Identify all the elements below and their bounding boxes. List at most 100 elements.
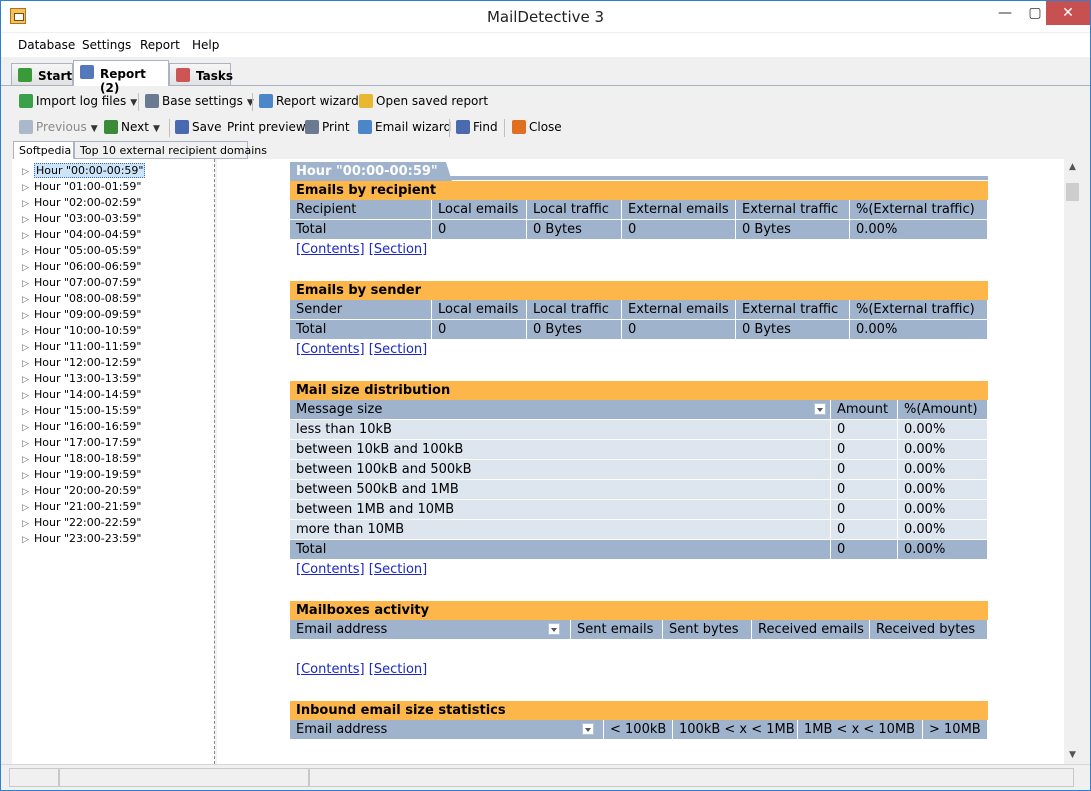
column-header[interactable]: Received bytes <box>870 620 987 639</box>
column-header[interactable]: External traffic <box>736 200 849 219</box>
tree-node[interactable]: ▷ Hour "02:00-02:59" <box>22 195 141 210</box>
tree-node[interactable]: ▷ Hour "19:00-19:59" <box>22 467 141 482</box>
tree-node[interactable]: ▷ Hour "23:00-23:59" <box>22 531 141 546</box>
column-header[interactable]: Sent emails <box>571 620 662 639</box>
expand-arrow-icon[interactable]: ▷ <box>22 197 34 212</box>
expand-arrow-icon[interactable]: ▷ <box>22 245 34 260</box>
tree-node[interactable]: ▷ Hour "01:00-01:59" <box>22 179 141 194</box>
expand-arrow-icon[interactable]: ▷ <box>22 453 34 468</box>
tree-node[interactable]: ▷ Hour "04:00-04:59" <box>22 227 141 242</box>
column-header[interactable]: Sent bytes <box>663 620 751 639</box>
menu-settings[interactable]: Settings <box>82 38 131 52</box>
contents-link[interactable]: [Contents] <box>296 342 365 357</box>
tree-node[interactable]: ▷ Hour "14:00-14:59" <box>22 387 141 402</box>
expand-arrow-icon[interactable]: ▷ <box>22 357 34 372</box>
filter-dropdown-icon[interactable] <box>814 403 826 415</box>
section-link[interactable]: [Section] <box>369 662 427 677</box>
vertical-scrollbar[interactable]: ▲ ▼ <box>1064 159 1081 764</box>
column-header[interactable]: Message size <box>290 400 830 419</box>
column-header[interactable]: > 10MB <box>923 720 987 739</box>
column-header[interactable]: External traffic <box>736 300 849 319</box>
menu-database[interactable]: Database <box>18 38 75 52</box>
previous-button[interactable]: Previous ▼ <box>19 120 98 134</box>
expand-arrow-icon[interactable]: ▷ <box>22 325 34 340</box>
tree-node[interactable]: ▷ Hour "08:00-08:59" <box>22 291 141 306</box>
column-header[interactable]: Local traffic <box>527 300 621 319</box>
tree-node[interactable]: ▷ Hour "06:00-06:59" <box>22 259 141 274</box>
chevron-down-icon[interactable]: ▼ <box>91 124 98 134</box>
save-button[interactable]: Save <box>175 120 221 134</box>
filter-dropdown-icon[interactable] <box>582 723 594 735</box>
chevron-down-icon[interactable]: ▼ <box>130 98 137 108</box>
expand-arrow-icon[interactable]: ▷ <box>22 421 34 436</box>
column-header[interactable]: 100kB < x < 1MB <box>673 720 797 739</box>
expand-arrow-icon[interactable]: ▷ <box>22 405 34 420</box>
column-header[interactable]: 1MB < x < 10MB <box>798 720 922 739</box>
expand-arrow-icon[interactable]: ▷ <box>22 517 34 532</box>
expand-arrow-icon[interactable]: ▷ <box>22 293 34 308</box>
chevron-down-icon[interactable]: ▼ <box>153 124 160 134</box>
contents-link[interactable]: [Contents] <box>296 662 365 677</box>
tree-node[interactable]: ▷ Hour "20:00-20:59" <box>22 483 141 498</box>
find-button[interactable]: Find <box>456 120 498 134</box>
tree-node[interactable]: ▷ Hour "11:00-11:59" <box>22 339 141 354</box>
tree-node[interactable]: ▷ Hour "22:00-22:59" <box>22 515 141 530</box>
base-settings-button[interactable]: Base settings ▼ <box>145 94 254 108</box>
tree-node[interactable]: ▷ Hour "21:00-21:59" <box>22 499 141 514</box>
expand-arrow-icon[interactable]: ▷ <box>22 165 34 180</box>
column-header[interactable]: Email address <box>290 720 603 739</box>
contents-link[interactable]: [Contents] <box>296 242 365 257</box>
close-window-button[interactable]: ✕ <box>1046 1 1090 25</box>
column-header[interactable]: External emails <box>622 200 735 219</box>
column-header[interactable]: External emails <box>622 300 735 319</box>
expand-arrow-icon[interactable]: ▷ <box>22 389 34 404</box>
minimize-button[interactable]: — <box>990 1 1020 25</box>
tree-node[interactable]: ▷ Hour "16:00-16:59" <box>22 419 141 434</box>
import-log-files-button[interactable]: Import log files ▼ <box>19 94 137 108</box>
expand-arrow-icon[interactable]: ▷ <box>22 485 34 500</box>
expand-arrow-icon[interactable]: ▷ <box>22 261 34 276</box>
expand-arrow-icon[interactable]: ▷ <box>22 229 34 244</box>
tree-node[interactable]: ▷ Hour "18:00-18:59" <box>22 451 141 466</box>
column-header[interactable]: %(External traffic) <box>850 200 987 219</box>
expand-arrow-icon[interactable]: ▷ <box>22 213 34 228</box>
section-link[interactable]: [Section] <box>369 342 427 357</box>
expand-arrow-icon[interactable]: ▷ <box>22 533 34 548</box>
scroll-down-icon[interactable]: ▼ <box>1064 747 1081 764</box>
expand-arrow-icon[interactable]: ▷ <box>22 469 34 484</box>
close-report-button[interactable]: Close <box>512 120 562 134</box>
tree-node[interactable]: ▷ Hour "17:00-17:59" <box>22 435 141 450</box>
column-header[interactable]: Local emails <box>432 200 526 219</box>
expand-arrow-icon[interactable]: ▷ <box>22 501 34 516</box>
expand-arrow-icon[interactable]: ▷ <box>22 277 34 292</box>
column-header[interactable]: < 100kB <box>604 720 672 739</box>
scroll-thumb[interactable] <box>1066 183 1079 201</box>
scroll-up-icon[interactable]: ▲ <box>1064 159 1081 176</box>
tree-node[interactable]: ▷ Hour "03:00-03:59" <box>22 211 141 226</box>
tree-node[interactable]: ▷ Hour "07:00-07:59" <box>22 275 141 290</box>
splitter[interactable] <box>214 159 216 764</box>
expand-arrow-icon[interactable]: ▷ <box>22 309 34 324</box>
print-button[interactable]: Print <box>305 120 350 134</box>
tab-softpedia[interactable]: Softpedia <box>13 141 74 159</box>
column-header[interactable]: %(External traffic) <box>850 300 987 319</box>
column-header[interactable]: Recipient <box>290 200 431 219</box>
expand-arrow-icon[interactable]: ▷ <box>22 181 34 196</box>
open-saved-report-button[interactable]: Open saved report <box>359 94 488 108</box>
tree-node[interactable]: ▷ Hour "00:00-00:59" <box>22 163 146 180</box>
column-header[interactable]: Email address <box>290 620 570 639</box>
column-header[interactable]: Local traffic <box>527 200 621 219</box>
tree-node[interactable]: ▷ Hour "15:00-15:59" <box>22 403 141 418</box>
contents-link[interactable]: [Contents] <box>296 562 365 577</box>
print-preview-button[interactable]: Print preview <box>227 120 306 134</box>
tree-node[interactable]: ▷ Hour "12:00-12:59" <box>22 355 141 370</box>
tab-start[interactable]: Start <box>11 63 73 85</box>
tree-node[interactable]: ▷ Hour "05:00-05:59" <box>22 243 141 258</box>
column-header[interactable]: %(Amount) <box>898 400 987 419</box>
report-wizard-button[interactable]: Report wizard <box>259 94 359 108</box>
menu-report[interactable]: Report <box>140 38 180 52</box>
expand-arrow-icon[interactable]: ▷ <box>22 373 34 388</box>
tab-top10-domains[interactable]: Top 10 external recipient domains <box>74 141 267 159</box>
tree-node[interactable]: ▷ Hour "09:00-09:59" <box>22 307 141 322</box>
email-wizard-button[interactable]: Email wizard <box>358 120 451 134</box>
